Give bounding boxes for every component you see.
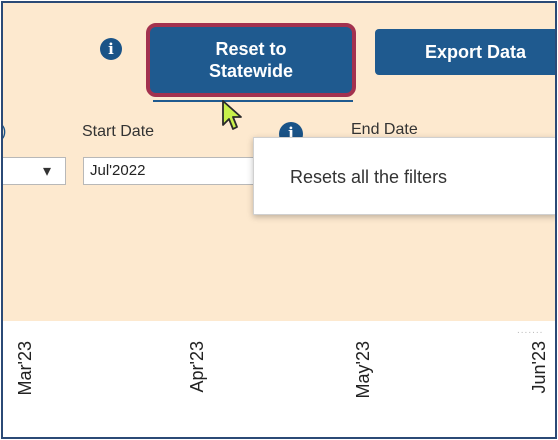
export-data-button[interactable]: Export Data bbox=[375, 29, 555, 75]
dashboard-frame: i Reset to Statewide Export Data ) Start… bbox=[1, 1, 557, 439]
partial-info-icon: ) bbox=[1, 123, 7, 140]
filter-panel: i Reset to Statewide Export Data ) Start… bbox=[3, 3, 555, 321]
info-icon[interactable]: i bbox=[100, 38, 122, 60]
chevron-down-icon: ▾ bbox=[42, 163, 51, 180]
axis-label-apr23: Apr'23 bbox=[187, 341, 207, 393]
reset-button-line1: Reset to bbox=[215, 39, 287, 59]
end-date-label: End Date bbox=[351, 121, 418, 135]
reset-tooltip: Resets all the filters bbox=[253, 137, 555, 215]
resize-handle-dots: ....... bbox=[517, 325, 544, 336]
start-date-label: Start Date bbox=[82, 123, 155, 140]
button-underline bbox=[153, 100, 353, 102]
reset-button-line2: Statewide bbox=[208, 61, 294, 81]
axis-label-jun23: Jun'23 bbox=[529, 341, 549, 394]
reset-to-statewide-button[interactable]: Reset to Statewide bbox=[146, 23, 356, 97]
tooltip-text: Resets all the filters bbox=[290, 167, 448, 187]
region-dropdown[interactable]: ▾ bbox=[3, 157, 66, 185]
axis-label-mar23: Mar'23 bbox=[15, 341, 35, 396]
axis-label-may23: May'23 bbox=[353, 341, 373, 399]
mouse-pointer-icon bbox=[221, 99, 247, 138]
start-date-value: Jul'2022 bbox=[90, 162, 146, 179]
